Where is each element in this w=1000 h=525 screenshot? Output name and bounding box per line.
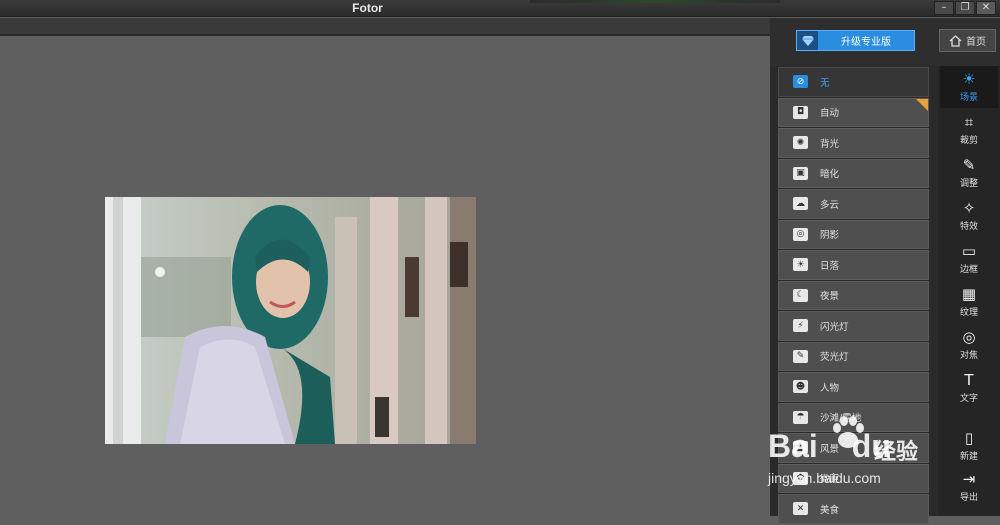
sunset-icon: ☀ <box>793 258 808 272</box>
flower-icon: ✿ <box>793 471 808 485</box>
tool-export[interactable]: ⇥ 导出 <box>940 466 998 508</box>
tool-sparkle[interactable]: ✧ 特效 <box>940 195 998 237</box>
tool-label: 特效 <box>959 222 978 232</box>
scene-item[interactable]: ◎ 阴影 <box>778 219 929 249</box>
tool-label: 调整 <box>959 179 978 189</box>
cloud-icon: ☁ <box>793 197 808 211</box>
tool-label: 导出 <box>959 493 978 503</box>
scene-item[interactable]: ☀ 日落 <box>778 250 929 280</box>
scene-item[interactable]: ⚡ 闪光灯 <box>778 311 929 341</box>
restore-button[interactable]: ❐ <box>955 1 975 15</box>
scene-item[interactable]: ✎ 荧光灯 <box>778 341 929 371</box>
flash-icon: ⚡ <box>793 319 808 333</box>
tool-label: 新建 <box>959 452 978 462</box>
scene-item-label: 无 <box>820 77 830 89</box>
sparkle-icon: ✧ <box>962 199 976 217</box>
photo-preview[interactable] <box>105 197 476 444</box>
tool-label: 纹理 <box>959 308 978 318</box>
window-controls: – ❐ ✕ <box>934 1 996 15</box>
scene-item-label: 沙滩/雪地 <box>820 413 862 425</box>
scene-item-label: 多云 <box>820 199 840 211</box>
tool-frame[interactable]: ▭ 边框 <box>940 238 998 280</box>
scene-item[interactable]: ☾ 夜景 <box>778 280 929 310</box>
moon-icon: ☾ <box>793 288 808 302</box>
close-button[interactable]: ✕ <box>976 1 996 15</box>
darken-icon: ▣ <box>793 166 808 180</box>
scene-item[interactable]: ☂ 沙滩/雪地 <box>778 402 929 432</box>
portrait-photo-image <box>105 197 476 444</box>
scene-item-label: 人物 <box>820 382 840 394</box>
sun-icon: ☀ <box>962 70 976 88</box>
focus-icon: ◎ <box>962 328 976 346</box>
tool-label: 场景 <box>959 93 978 103</box>
texture-icon: ▦ <box>961 285 977 303</box>
tool-label: 裁剪 <box>959 136 978 146</box>
scene-item-label: 美食 <box>820 504 840 516</box>
tool-sun[interactable]: ☀ 场景 <box>940 66 998 108</box>
new-file-icon: ▯ <box>964 429 974 447</box>
tool-crop[interactable]: ⌗ 裁剪 <box>940 109 998 151</box>
pro-badge-icon <box>916 98 928 111</box>
app-title: Fotor <box>352 1 383 15</box>
scene-item-label: 自动 <box>820 108 840 120</box>
crop-icon: ⌗ <box>964 113 974 131</box>
backlight-icon: ✺ <box>793 136 808 150</box>
scene-item-label: 暗化 <box>820 169 840 181</box>
tool-text[interactable]: T 文字 <box>940 367 998 409</box>
scene-item-label: 闪光灯 <box>820 321 849 333</box>
food-icon: ✕ <box>793 502 808 516</box>
scene-item-label: 阴影 <box>820 230 840 242</box>
scene-item[interactable]: ✕ 美食 <box>778 494 929 524</box>
scene-item-label: 夜景 <box>820 291 840 303</box>
landscape-icon: ▲ <box>793 441 808 455</box>
scene-item-label: 微距 <box>820 474 840 486</box>
diamond-icon <box>797 31 818 50</box>
tool-new-file[interactable]: ▯ 新建 <box>940 425 998 467</box>
home-button[interactable]: 首页 <box>939 29 996 52</box>
person-icon: ☻ <box>793 380 808 394</box>
scene-item[interactable]: ◘ 自动 <box>778 97 929 127</box>
title-bar: Fotor – ❐ ✕ <box>0 0 1000 17</box>
tool-focus[interactable]: ◎ 对焦 <box>940 324 998 366</box>
tool-label: 边框 <box>959 265 978 275</box>
home-label: 首页 <box>966 37 986 48</box>
bulb-icon: ✎ <box>793 349 808 363</box>
upgrade-label: 升级专业版 <box>841 37 891 48</box>
scene-item[interactable]: ▲ 风景 <box>778 433 929 463</box>
scene-item[interactable]: ☻ 人物 <box>778 372 929 402</box>
shadow-icon: ◎ <box>793 227 808 241</box>
scene-item-label: 荧光灯 <box>820 352 849 364</box>
home-icon <box>949 34 962 47</box>
upgrade-button[interactable]: 升级专业版 <box>796 30 915 51</box>
tool-texture[interactable]: ▦ 纹理 <box>940 281 998 323</box>
text-icon: T <box>964 371 974 389</box>
scene-item[interactable]: ▣ 暗化 <box>778 158 929 188</box>
beach-icon: ☂ <box>793 410 808 424</box>
camera-icon: ◘ <box>793 105 808 119</box>
editor-toolbar <box>0 18 770 36</box>
tool-label: 文字 <box>959 394 978 404</box>
scene-item[interactable]: ☁ 多云 <box>778 189 929 219</box>
minimize-button[interactable]: – <box>934 1 954 15</box>
no-icon: ⊘ <box>793 75 808 89</box>
scene-item-label: 背光 <box>820 138 840 150</box>
scene-list: ⊘ 无 ◘ 自动 ✺ 背光 ▣ 暗化 ☁ 多云 ◎ 阴影 ☀ 日落 ☾ 夜景 ⚡ 闪光灯 ✎ 荧光灯 ☻ 人物 ☂ 沙滩/雪地… <box>778 67 929 525</box>
tool-pencil[interactable]: ✎ 调整 <box>940 152 998 194</box>
tool-label: 对焦 <box>959 351 978 361</box>
scene-item-label: 风景 <box>820 443 840 455</box>
pencil-icon: ✎ <box>962 156 976 174</box>
frame-icon: ▭ <box>961 242 977 260</box>
scene-item-label: 日落 <box>820 260 840 272</box>
scene-item[interactable]: ✺ 背光 <box>778 128 929 158</box>
scene-item[interactable]: ✿ 微距 <box>778 463 929 493</box>
export-icon: ⇥ <box>962 470 976 488</box>
scene-item[interactable]: ⊘ 无 <box>778 67 929 97</box>
